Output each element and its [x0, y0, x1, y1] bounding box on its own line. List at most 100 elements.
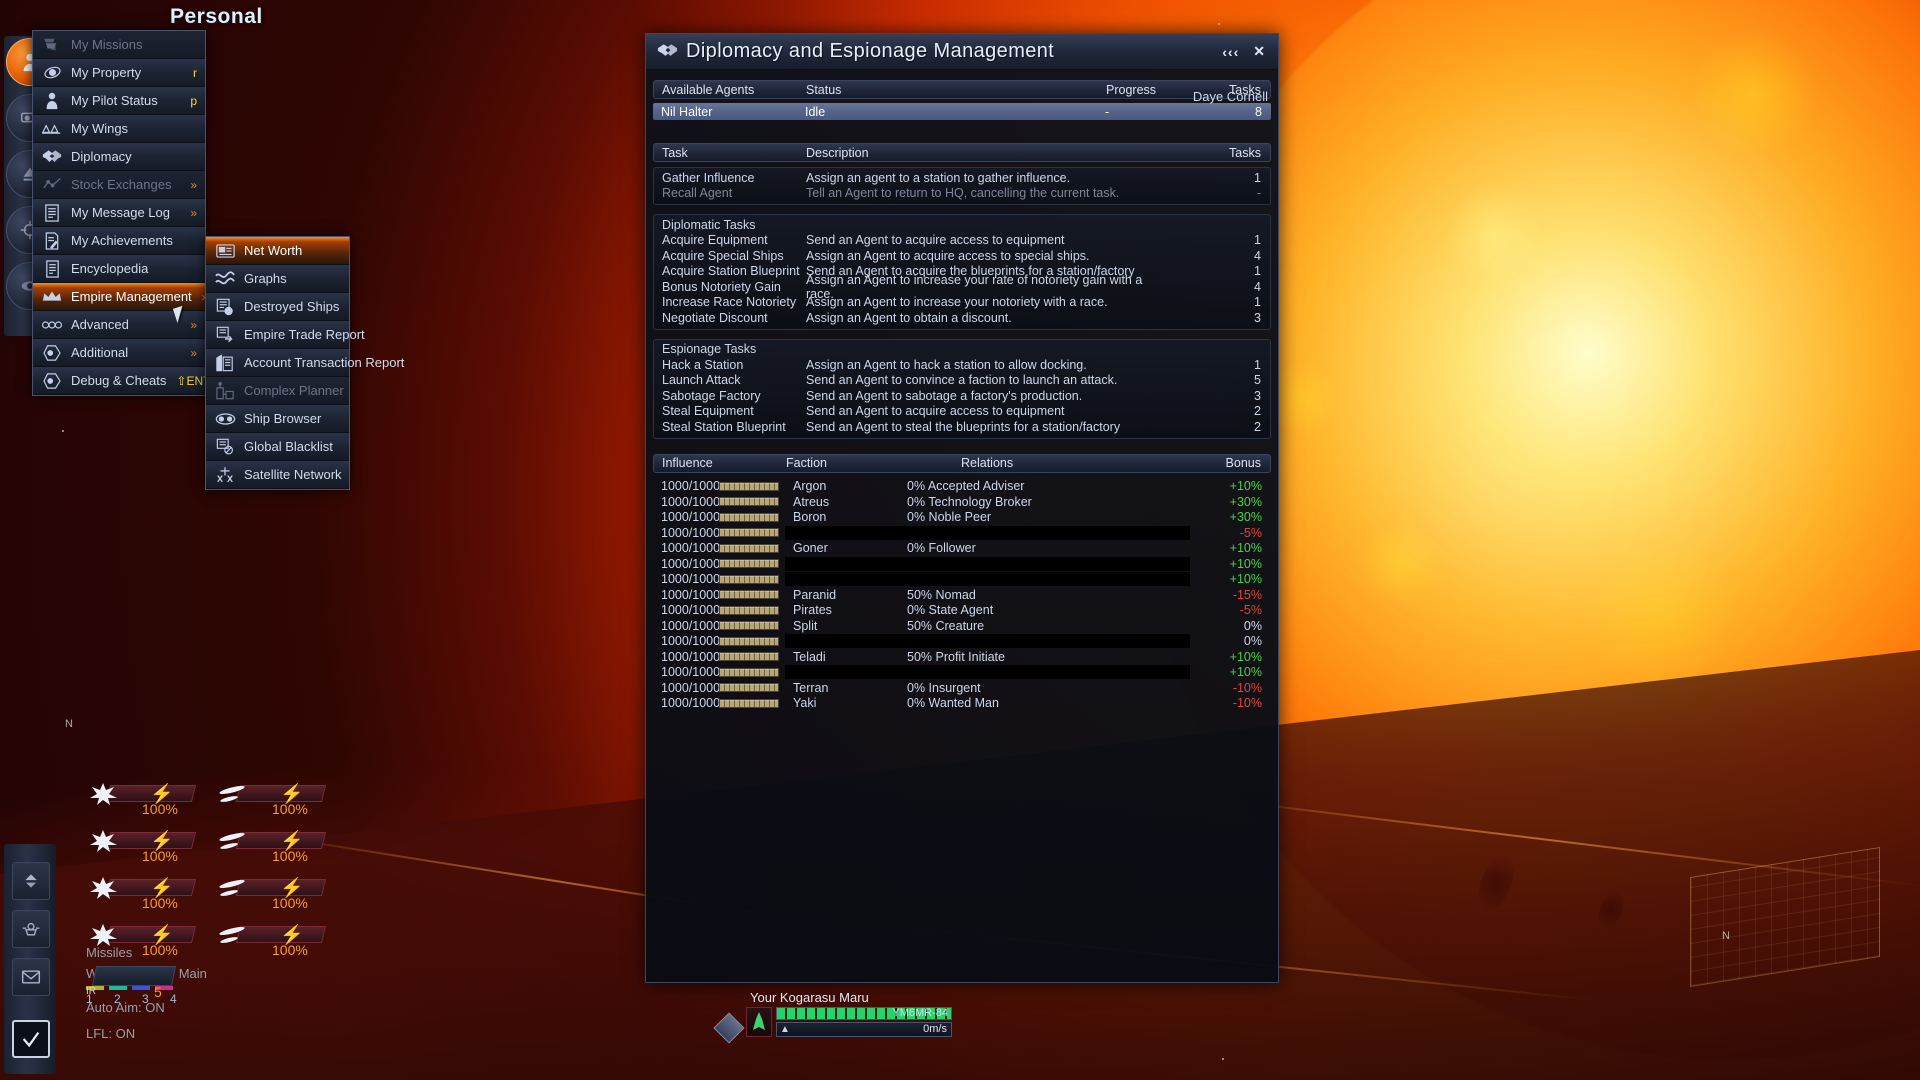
diplomatic-tasks-label: Diplomatic Tasks — [662, 217, 756, 232]
influence-row[interactable]: 1000/1000 Paranid 50% Nomad -15% — [653, 587, 1271, 603]
close-button[interactable]: ✕ — [1253, 43, 1266, 60]
menu-item-label: Stock Exchanges — [71, 177, 172, 192]
task-row[interactable]: Acquire Equipment Send an Agent to acquir… — [654, 233, 1270, 249]
influence-row[interactable]: 1000/1000 Teladi 50% Profit Initiate +10% — [653, 649, 1271, 665]
weapon-slot[interactable]: ⚡ 100% — [86, 782, 216, 829]
collapse-button[interactable]: ‹‹‹ — [1222, 44, 1239, 60]
influence-row[interactable]: 1000/1000 Argon 0% Accepted Adviser +10% — [653, 479, 1271, 495]
col-tasks-count: Tasks — [1229, 145, 1261, 160]
task-count: 4 — [1254, 248, 1261, 263]
empire-main-menu[interactable]: My Missions My Property r My Pilot Status p M… — [32, 30, 254, 396]
task-row[interactable]: Sabotage Factory Send an Agent to sabotag… — [654, 388, 1270, 404]
weapon-slot[interactable]: ⚡ 100% — [86, 876, 216, 923]
task-description: Assign an Agent to obtain a discount. — [806, 310, 1012, 325]
rail-updown-icon[interactable] — [12, 862, 50, 900]
influence-row[interactable]: 1000/1000 0% — [653, 634, 1271, 650]
task-row[interactable]: Steal Station Blueprint Send an Agent to … — [654, 419, 1270, 435]
faction-relations — [907, 525, 1190, 540]
task-name: Acquire Equipment — [662, 233, 768, 248]
weapon-slot[interactable]: ⚡ 100% — [86, 829, 216, 876]
influence-row[interactable]: 1000/1000 Pirates 0% State Agent -5% — [653, 603, 1271, 619]
influence-bar — [719, 683, 785, 693]
menu-additional[interactable]: Additional » — [33, 339, 205, 367]
menu-my-message-log[interactable]: My Message Log » — [33, 199, 205, 227]
weapon-slot[interactable]: ⚡ 100% — [216, 782, 346, 829]
influence-value: 1000/1000 — [661, 665, 721, 680]
submenu-satellite-network[interactable]: Satellite Network — [206, 461, 349, 489]
rail-satellite-icon[interactable] — [12, 910, 50, 948]
chart-icon — [41, 175, 63, 195]
submenu-graphs[interactable]: Graphs — [206, 265, 349, 293]
faction-relations — [907, 556, 1190, 571]
influence-row[interactable]: 1000/1000 Goner 0% Follower +10% — [653, 541, 1271, 557]
diplomacy-dialog: Diplomacy and Espionage Management ‹‹‹ ✕… — [645, 33, 1279, 983]
influence-row[interactable]: 1000/1000 +10% — [653, 665, 1271, 681]
menu-my-pilot-status[interactable]: My Pilot Status p — [33, 87, 205, 115]
influence-row[interactable]: 1000/1000 +10% — [653, 572, 1271, 588]
influence-bar — [719, 621, 785, 631]
weapon-slot[interactable]: ⚡ 100% — [216, 829, 346, 876]
task-row[interactable]: Hack a Station Assign an Agent to hack a … — [654, 357, 1270, 373]
task-row[interactable]: Recall Agent Tell an Agent to return to H… — [654, 186, 1270, 202]
influence-bar — [719, 497, 785, 507]
submenu-item-label: Net Worth — [244, 243, 303, 258]
influence-row[interactable]: 1000/1000 Yaki 0% Wanted Man -10% — [653, 696, 1271, 712]
task-row[interactable]: Increase Race Notoriety Assign an Agent t… — [654, 295, 1270, 311]
agent-row[interactable]: Nil Halter Idle - 8 — [653, 103, 1271, 120]
task-row[interactable]: Steal Equipment Send an Agent to acquire … — [654, 404, 1270, 420]
book-icon — [41, 259, 63, 279]
dialog-titlebar: Diplomacy and Espionage Management ‹‹‹ ✕ — [646, 34, 1278, 70]
missiles-label: Missiles — [86, 945, 133, 960]
submenu-item-label: Complex Planner — [244, 383, 344, 398]
menu-debug-cheats[interactable]: Debug & Cheats⇧ENTER (TN) — [33, 367, 254, 395]
lfl-status: LFL: ON — [86, 1026, 135, 1041]
menu-my-property[interactable]: My Property r — [33, 59, 205, 87]
task-description: Send an Agent to acquire access to equip… — [806, 404, 1065, 419]
influence-row[interactable]: 1000/1000 Terran 0% Insurgent -10% — [653, 680, 1271, 696]
influence-bar — [719, 543, 785, 553]
task-row[interactable]: Acquire Special Ships Assign an Agent to … — [654, 248, 1270, 264]
weapon-slot[interactable]: ⚡ 100% — [216, 876, 346, 923]
submenu-account-transaction-report[interactable]: Account Transaction Report — [206, 349, 404, 377]
task-row[interactable]: Gather Influence Assign an agent to a sta… — [654, 170, 1270, 186]
menu-encyclopedia[interactable]: Encyclopedia — [33, 255, 205, 283]
missions-icon — [41, 35, 63, 55]
wings-icon — [41, 119, 63, 139]
task-row[interactable]: Bonus Notoriety Gain Assign an Agent to i… — [654, 273, 1270, 301]
agent-name: Nil Halter — [661, 104, 713, 119]
task-name: Launch Attack — [662, 373, 741, 388]
influence-row[interactable]: 1000/1000 Boron 0% Noble Peer +30% — [653, 510, 1271, 526]
menu-my-achievements[interactable]: My Achievements — [33, 227, 205, 255]
submenu-global-blacklist[interactable]: Global Blacklist — [206, 433, 349, 461]
task-name: Steal Equipment — [662, 404, 754, 419]
menu-diplomacy[interactable]: Diplomacy — [33, 143, 205, 171]
empire-management-submenu[interactable]: Net Worth Graphs Destroyed Ships Empire Tra… — [205, 236, 404, 490]
task-row[interactable]: Launch Attack Send an Agent to convince a… — [654, 373, 1270, 389]
influence-table-header: Influence Faction Relations Bonus — [653, 453, 1271, 473]
task-name: Gather Influence — [662, 170, 755, 185]
nav-marker-right: N — [1722, 930, 1730, 942]
menu-my-wings[interactable]: My Wings — [33, 115, 205, 143]
submenu-destroyed-ships[interactable]: Destroyed Ships — [206, 293, 349, 321]
speed-bar: ▲ 0m/s — [776, 1022, 952, 1037]
weapon-percent: 100% — [272, 801, 308, 817]
auto-aim-text: Auto Aim: ON — [86, 1000, 165, 1015]
ship-thumbnail — [746, 1007, 772, 1037]
influence-bar — [719, 636, 785, 646]
task-row[interactable]: Negotiate Discount Assign an Agent to obt… — [654, 310, 1270, 326]
rail-checkbox-icon[interactable] — [12, 1020, 50, 1058]
beam-gun-icon — [216, 876, 250, 900]
menu-item-label: Advanced — [71, 317, 129, 332]
submenu-ship-browser[interactable]: Ship Browser — [206, 405, 349, 433]
submenu-empire-trade-report[interactable]: Empire Trade Report — [206, 321, 365, 349]
influence-row[interactable]: 1000/1000 +10% — [653, 556, 1271, 572]
rail-mail-icon[interactable] — [12, 958, 50, 996]
influence-table-body: 1000/1000 Argon 0% Accepted Adviser +10% 100… — [653, 477, 1271, 715]
shield-bar: YM6MR-84 — [776, 1007, 952, 1020]
influence-row[interactable]: 1000/1000 Atreus 0% Technology Broker +30% — [653, 494, 1271, 510]
throttle-caret-icon: ▲ — [780, 1024, 790, 1035]
influence-row[interactable]: 1000/1000 Split 50% Creature 0% — [653, 618, 1271, 634]
influence-row[interactable]: 1000/1000 -5% — [653, 525, 1271, 541]
blacklist-icon — [214, 437, 236, 457]
submenu-net-worth[interactable]: Net Worth — [206, 237, 349, 265]
